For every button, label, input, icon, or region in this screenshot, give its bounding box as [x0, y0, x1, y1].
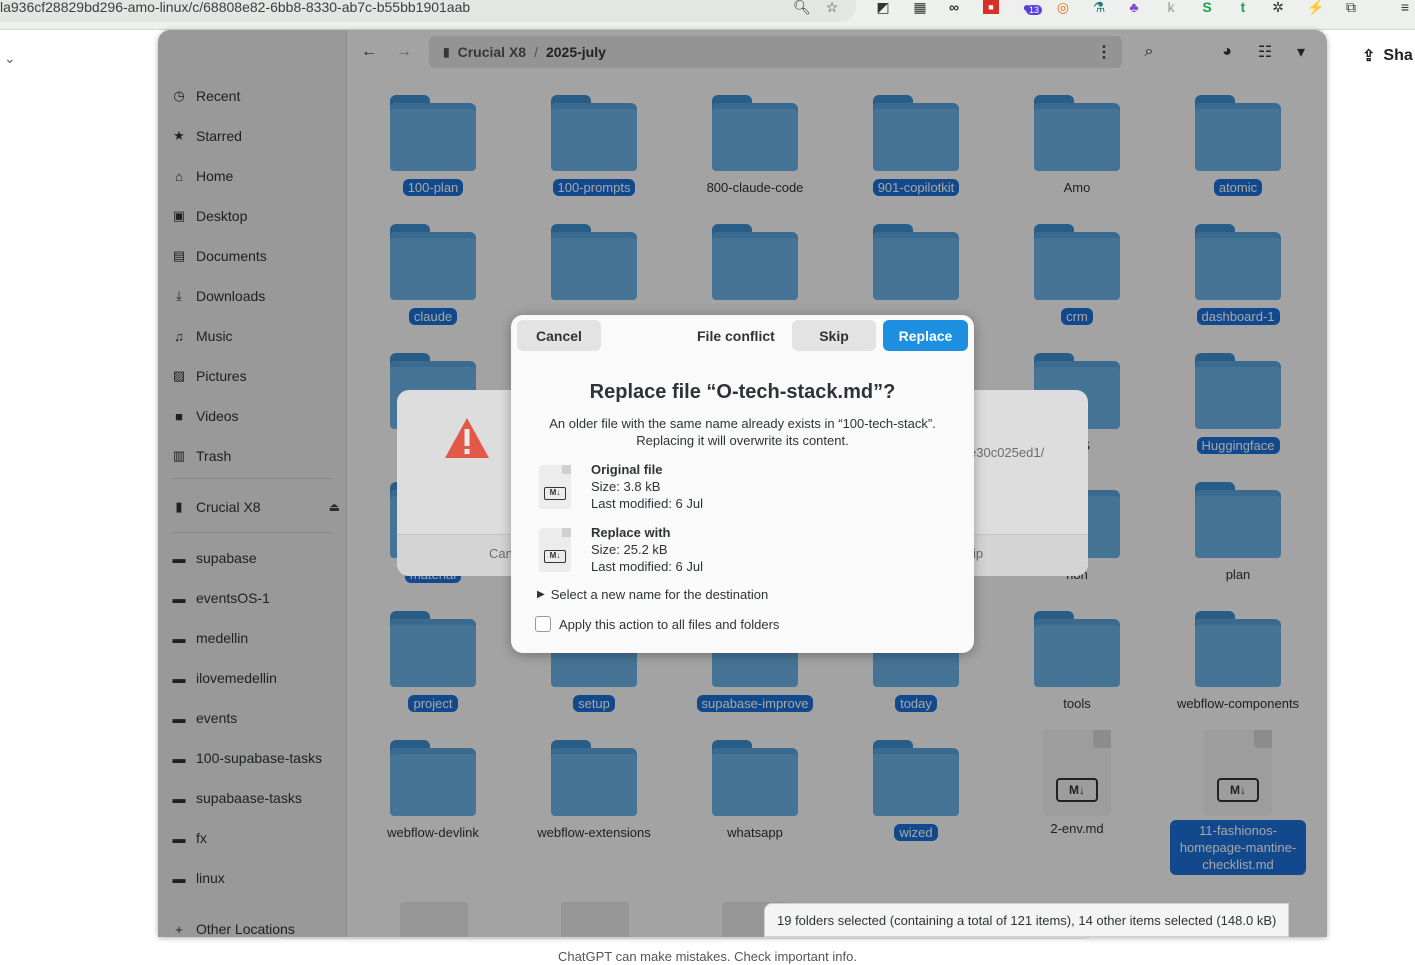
apply-all-checkbox[interactable]: [535, 616, 551, 632]
browser-toolbar: la936cf28829bd296-amo-linux/c/68808e82-6…: [0, 0, 1415, 30]
extension-ghost-icon[interactable]: ♣: [1126, 0, 1142, 14]
extensions-puzzle-icon[interactable]: ⧉: [1343, 0, 1359, 14]
replacement-file-info: M↓ Replace with Size: 25.2 kB Last modif…: [539, 525, 939, 580]
dialog-message: An older file with the same name already…: [511, 415, 974, 449]
expander-arrow-icon: ▶: [537, 589, 545, 600]
extension-grid-icon[interactable]: ▦: [912, 0, 928, 14]
original-file-title: Original file: [591, 462, 663, 477]
extension-s-icon[interactable]: S: [1199, 0, 1215, 14]
reading-list-icon[interactable]: ≡: [1397, 0, 1413, 14]
extension-infinity-icon[interactable]: ∞: [946, 0, 962, 14]
share-button[interactable]: ⇪ Sha: [1362, 46, 1413, 66]
replacement-file-size: Size: 25.2 kB: [591, 542, 668, 557]
status-bar: 19 folders selected (containing a total …: [764, 903, 1290, 937]
markdown-file-icon: M↓: [539, 528, 571, 572]
extension-red-icon[interactable]: ■: [983, 0, 999, 14]
markdown-file-icon: M↓: [539, 465, 571, 509]
replace-button[interactable]: Replace: [883, 320, 968, 351]
share-icon: ⇪: [1362, 48, 1376, 65]
extension-flask-icon[interactable]: ⚗: [1091, 0, 1107, 14]
extension-color-icon[interactable]: ◎: [1055, 0, 1071, 14]
extension-k-icon[interactable]: k: [1163, 0, 1179, 14]
extension-send-icon[interactable]: ◩: [875, 0, 891, 14]
apply-all-label: Apply this action to all files and folde…: [559, 616, 780, 632]
zoom-icon[interactable]: 🔍︎: [793, 0, 811, 14]
share-label: Sha: [1383, 47, 1413, 64]
bookmark-star-icon[interactable]: ☆: [824, 0, 840, 14]
cancel-button[interactable]: Cancel: [517, 320, 601, 351]
replacement-file-title: Replace with: [591, 525, 671, 540]
extension-t-icon[interactable]: t: [1235, 0, 1251, 14]
replacement-file-modified: Last modified: 6 Jul: [591, 559, 704, 574]
extension-badge-count: 13: [1026, 5, 1043, 15]
dialog-title: File conflict: [697, 328, 775, 344]
rename-expander-label: Select a new name for the destination: [550, 587, 769, 602]
file-conflict-dialog: Cancel File conflict Skip Replace Replac…: [511, 315, 974, 653]
skip-button[interactable]: Skip: [792, 320, 876, 351]
rename-expander[interactable]: ▶ Select a new name for the destination: [537, 587, 768, 602]
extension-bolt-icon[interactable]: ⚡: [1307, 0, 1324, 14]
original-file-info: M↓ Original file Size: 3.8 kB Last modif…: [539, 462, 939, 517]
original-file-modified: Last modified: 6 Jul: [591, 496, 704, 511]
dialog-message-line: An older file with the same name already…: [549, 416, 936, 431]
apply-all-row[interactable]: Apply this action to all files and folde…: [535, 616, 779, 632]
chevron-down-icon[interactable]: ⌄: [4, 50, 16, 67]
disclaimer-text: ChatGPT can make mistakes. Check importa…: [558, 949, 857, 964]
dialog-heading: Replace file “O-tech-stack.md”?: [589, 381, 896, 403]
extension-gear-icon[interactable]: ✲: [1270, 0, 1286, 14]
original-file-size: Size: 3.8 kB: [591, 479, 661, 494]
url-text[interactable]: la936cf28829bd296-amo-linux/c/68808e82-6…: [0, 0, 470, 22]
dialog-message-line: Replacing it will overwrite its content.: [636, 433, 849, 448]
